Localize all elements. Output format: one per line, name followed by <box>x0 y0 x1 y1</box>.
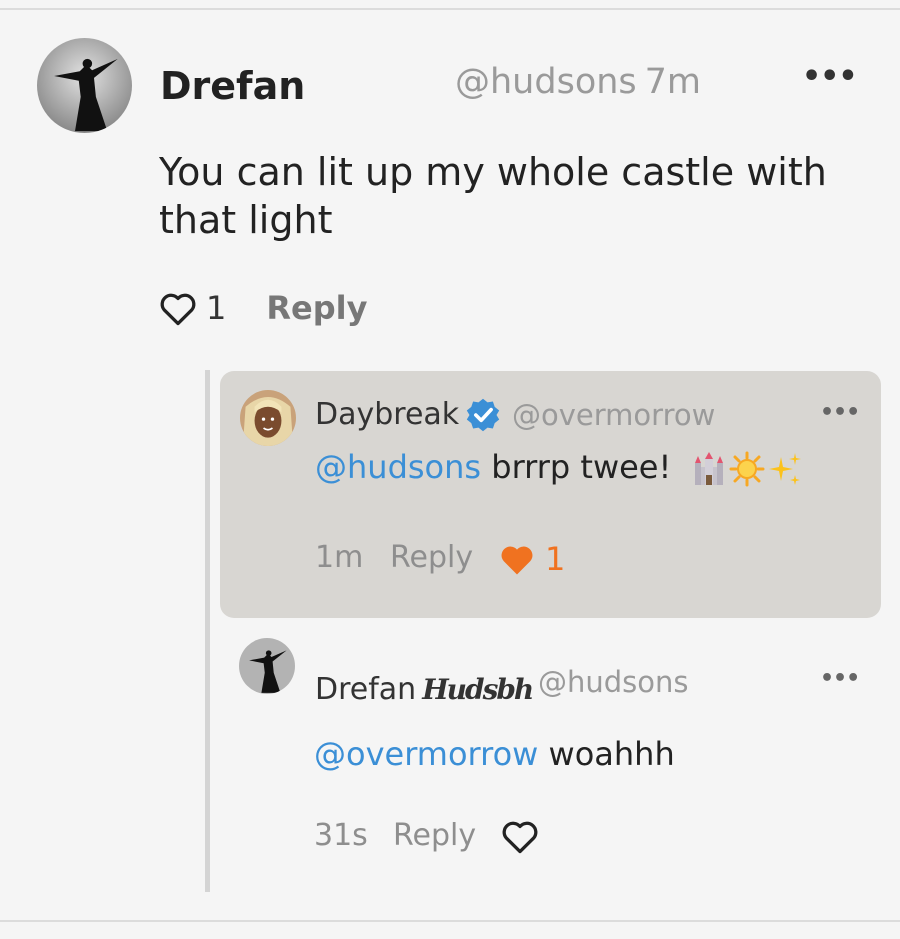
reply-text: @overmorrow woahhh <box>314 735 675 773</box>
sparkles-emoji-icon <box>767 451 803 487</box>
author-signature: Hudsbh <box>422 673 534 706</box>
more-options-button[interactable]: ••• <box>802 62 858 92</box>
reply-more-options-button[interactable]: ••• <box>820 402 860 424</box>
reply-reply-button[interactable]: Reply <box>390 540 473 575</box>
verified-badge-icon <box>465 397 501 433</box>
comment-time: 7m <box>644 62 702 102</box>
author-handle[interactable]: @hudsons <box>455 62 637 102</box>
mention-link[interactable]: @hudsons <box>315 448 481 486</box>
author-name[interactable]: Drefan <box>160 64 305 108</box>
reply-avatar[interactable] <box>240 390 296 446</box>
reply-like-count: 1 <box>545 540 566 578</box>
reply-author-name[interactable]: Daybreak <box>315 397 459 432</box>
castle-emoji-icon <box>691 451 727 487</box>
reply-like-button[interactable] <box>500 818 540 854</box>
thread-line <box>205 370 210 892</box>
author-avatar[interactable] <box>37 38 132 133</box>
reply-avatar[interactable] <box>239 638 295 694</box>
reply-time: 31s <box>314 818 368 853</box>
like-button[interactable]: 1 <box>158 289 226 327</box>
reply-more-options-button[interactable]: ••• <box>820 668 860 690</box>
top-divider <box>0 8 900 10</box>
heart-filled-icon <box>497 542 537 576</box>
sun-emoji-icon <box>729 451 765 487</box>
reply-author-handle[interactable]: @hudsons <box>538 665 689 699</box>
author-meta: @hudsons 7m <box>455 62 701 102</box>
reply-body: woahhh <box>538 735 675 773</box>
reply-author-name-text: Drefan <box>315 672 417 707</box>
reply-author-handle[interactable]: @overmorrow <box>512 398 715 432</box>
reply-button[interactable]: Reply <box>266 289 367 327</box>
like-count: 1 <box>206 289 227 327</box>
reply-time: 1m <box>315 540 364 575</box>
heart-outline-icon <box>158 290 198 326</box>
heart-outline-icon <box>500 818 540 854</box>
reply-like-button[interactable]: 1 <box>497 540 565 578</box>
reply-body: brrrp twee! <box>481 448 672 486</box>
comment-actions: 1 Reply <box>158 288 367 328</box>
bottom-divider <box>0 920 900 922</box>
reply-text: @hudsons brrrp twee! <box>315 448 803 487</box>
comment-text: You can lit up my whole castle with that… <box>159 150 827 242</box>
emoji-group <box>691 451 803 487</box>
reply-author-name[interactable]: Drefan Hudsbh <box>315 672 534 707</box>
mention-link[interactable]: @overmorrow <box>314 735 538 773</box>
reply-reply-button[interactable]: Reply <box>393 818 476 853</box>
